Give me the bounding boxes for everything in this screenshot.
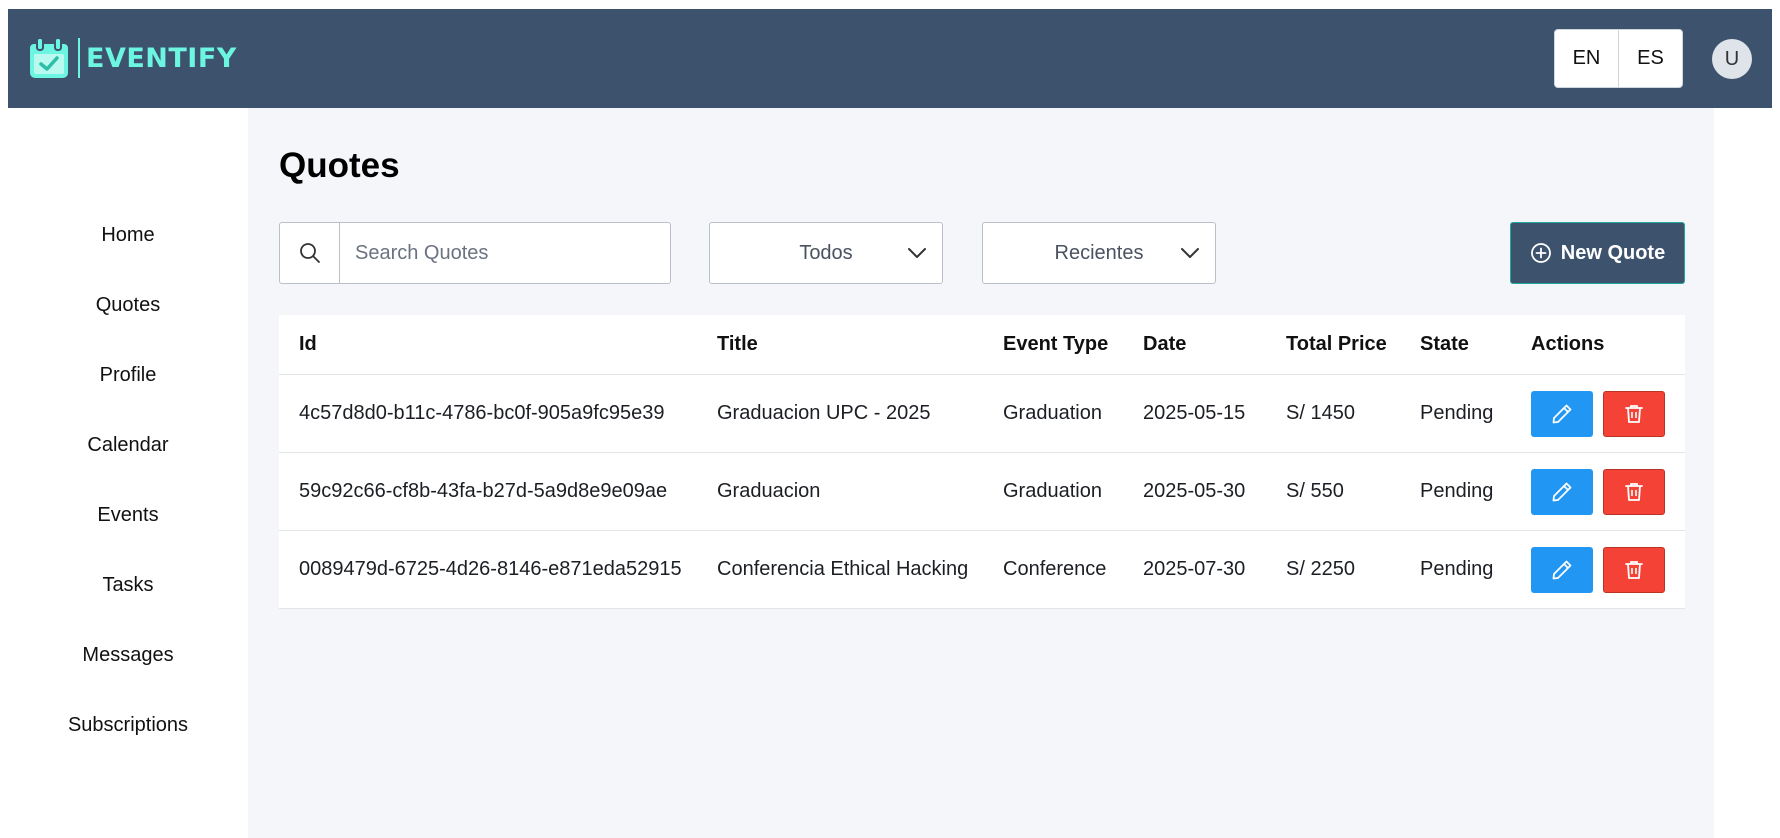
edit-button[interactable]: [1531, 547, 1593, 593]
trash-icon: [1625, 483, 1643, 501]
trash-icon: [1625, 405, 1643, 423]
delete-button[interactable]: [1603, 469, 1665, 515]
cell-total-price: S/ 1450: [1286, 402, 1355, 424]
sidebar-item-events[interactable]: Events: [0, 504, 256, 527]
cell-event-type: Graduation: [1003, 402, 1102, 424]
table-header-row: Id Title Event Type Date Total Price Sta…: [279, 315, 1685, 375]
cell-title: Graduacion UPC - 2025: [717, 402, 931, 424]
app-logo[interactable]: EVENTIFY: [28, 36, 237, 80]
search-box: [279, 222, 671, 284]
cell-state: Pending: [1420, 480, 1494, 502]
plus-circle-icon: [1530, 243, 1551, 263]
filter-dropdown-value: Todos: [799, 241, 853, 264]
table-row: 4c57d8d0-b11c-4786-bc0f-905a9fc95e39 Gra…: [279, 375, 1685, 453]
filter-dropdown[interactable]: Todos: [709, 222, 943, 284]
cell-id: 4c57d8d0-b11c-4786-bc0f-905a9fc95e39: [299, 402, 665, 424]
cell-date: 2025-05-15: [1143, 402, 1246, 424]
language-es-button[interactable]: ES: [1618, 30, 1682, 87]
language-en-button[interactable]: EN: [1555, 30, 1618, 87]
edit-button[interactable]: [1531, 469, 1593, 515]
trash-icon: [1625, 561, 1643, 579]
cell-date: 2025-07-30: [1143, 558, 1246, 580]
language-switcher: EN ES: [1554, 29, 1683, 88]
column-header-id: Id: [299, 333, 317, 355]
sidebar-item-tasks[interactable]: Tasks: [0, 574, 256, 597]
cell-state: Pending: [1420, 558, 1494, 580]
column-header-title: Title: [717, 333, 758, 355]
sort-dropdown[interactable]: Recientes: [982, 222, 1216, 284]
cell-id: 0089479d-6725-4d26-8146-e871eda52915: [299, 558, 682, 580]
app-name: EVENTIFY: [86, 42, 237, 74]
user-avatar[interactable]: U: [1712, 39, 1752, 79]
column-header-state: State: [1420, 333, 1469, 355]
top-bar: EVENTIFY EN ES U: [8, 9, 1772, 108]
chevron-down-icon: [908, 248, 926, 258]
new-quote-button[interactable]: New Quote: [1510, 222, 1685, 284]
cell-title: Conferencia Ethical Hacking: [717, 558, 969, 580]
column-header-event-type: Event Type: [1003, 333, 1109, 355]
delete-button[interactable]: [1603, 547, 1665, 593]
sidebar-item-subscriptions[interactable]: Subscriptions: [0, 714, 256, 737]
page-title: Quotes: [279, 146, 400, 185]
sidebar-item-home[interactable]: Home: [0, 224, 256, 247]
calendar-check-icon: [30, 37, 68, 78]
sidebar-item-profile[interactable]: Profile: [0, 364, 256, 387]
sidebar-item-quotes[interactable]: Quotes: [0, 294, 256, 317]
column-header-actions: Actions: [1531, 333, 1605, 355]
chevron-down-icon: [1181, 248, 1199, 258]
new-quote-label: New Quote: [1560, 241, 1666, 264]
search-input[interactable]: [340, 223, 670, 283]
cell-date: 2025-05-30: [1143, 480, 1246, 502]
edit-button[interactable]: [1531, 391, 1593, 437]
cell-state: Pending: [1420, 402, 1494, 424]
search-icon: [280, 223, 340, 283]
cell-total-price: S/ 2250: [1286, 558, 1355, 580]
cell-id: 59c92c66-cf8b-43fa-b27d-5a9d8e9e09ae: [299, 480, 668, 502]
pencil-icon: [1552, 404, 1572, 424]
column-header-total-price: Total Price: [1286, 333, 1387, 355]
delete-button[interactable]: [1603, 391, 1665, 437]
quotes-table: Id Title Event Type Date Total Price Sta…: [279, 315, 1685, 609]
column-header-date: Date: [1143, 333, 1187, 355]
cell-total-price: S/ 550: [1286, 480, 1344, 502]
table-row: 0089479d-6725-4d26-8146-e871eda52915 Con…: [279, 531, 1685, 609]
logo-divider: [78, 38, 80, 78]
cell-event-type: Conference: [1003, 558, 1107, 580]
pencil-icon: [1552, 560, 1572, 580]
cell-title: Graduacion: [717, 480, 821, 502]
sidebar-item-calendar[interactable]: Calendar: [0, 434, 256, 457]
sort-dropdown-value: Recientes: [1054, 241, 1144, 264]
cell-event-type: Graduation: [1003, 480, 1102, 502]
sidebar-item-messages[interactable]: Messages: [0, 644, 256, 667]
table-row: 59c92c66-cf8b-43fa-b27d-5a9d8e9e09ae Gra…: [279, 453, 1685, 531]
pencil-icon: [1552, 482, 1572, 502]
